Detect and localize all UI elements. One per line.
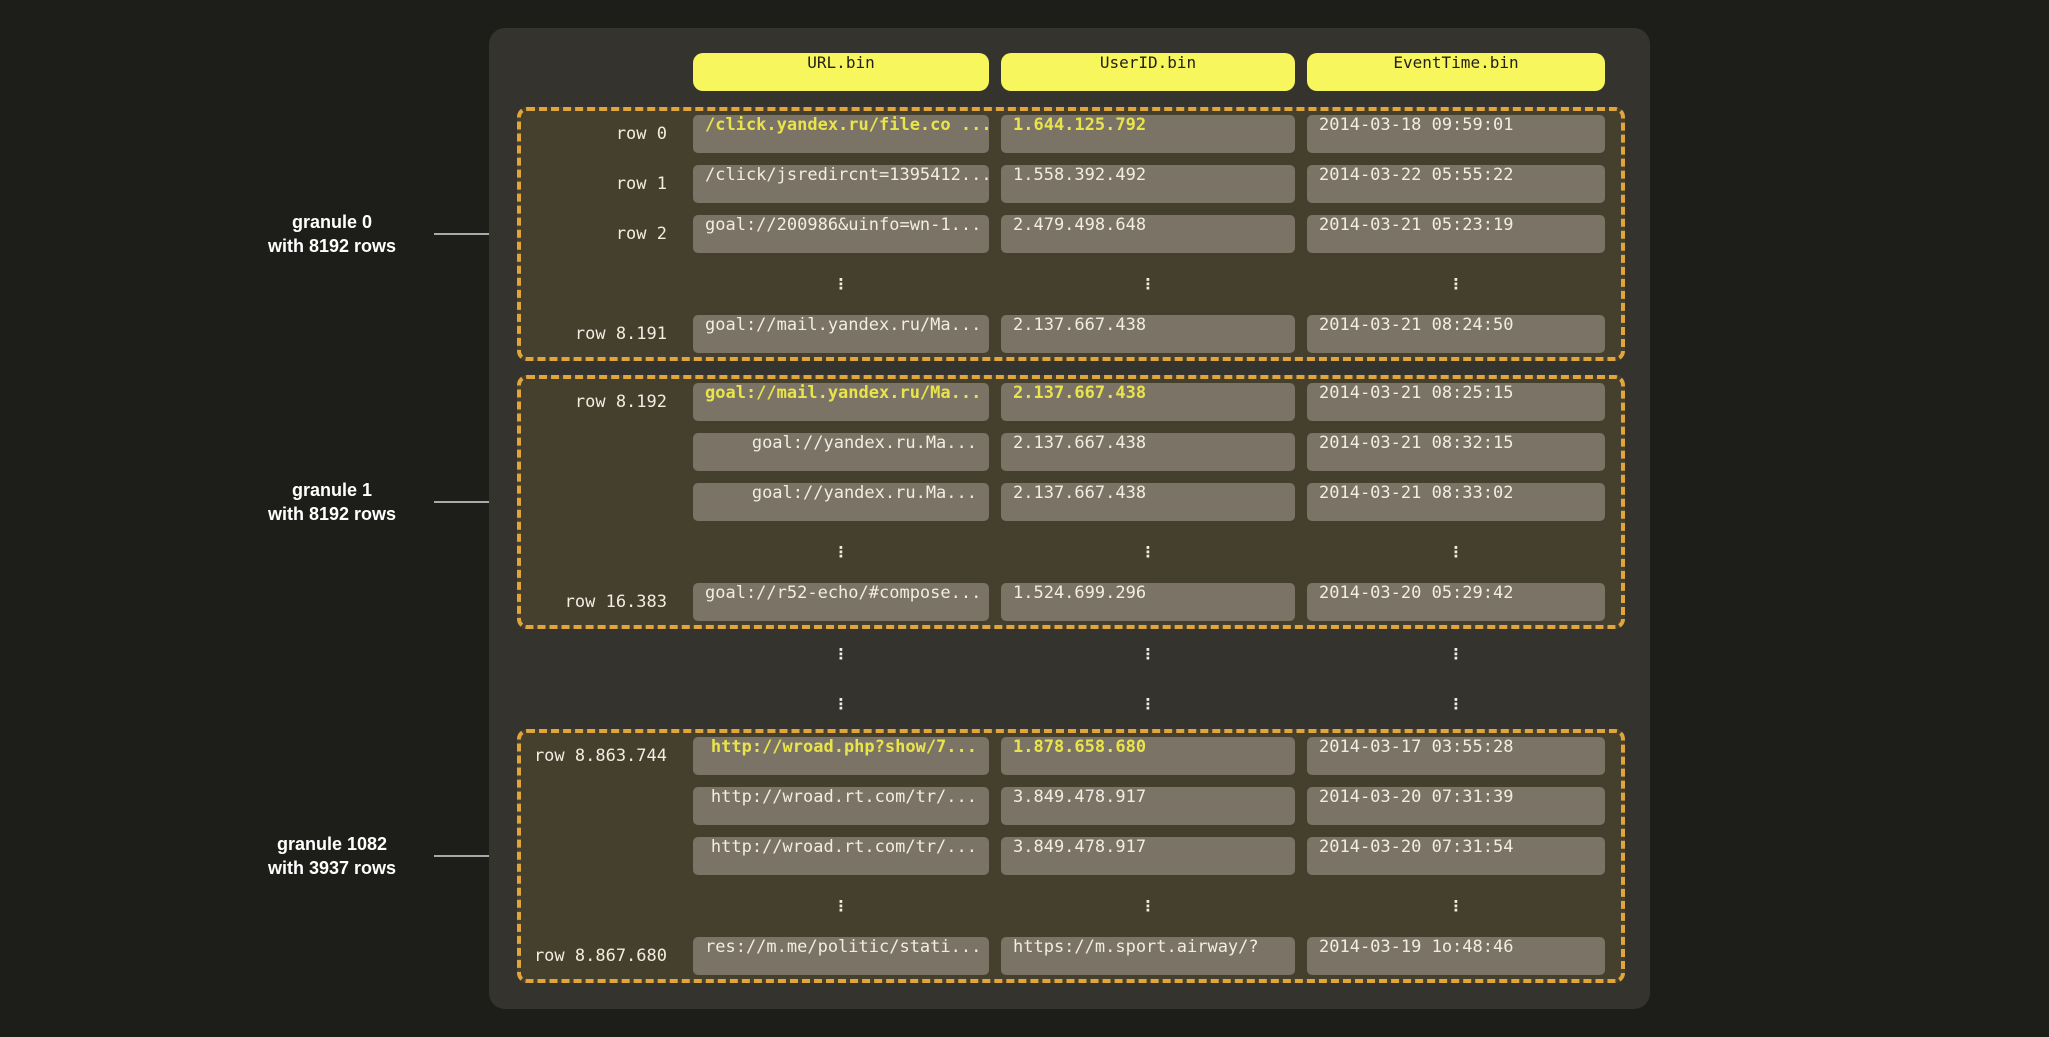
vertical-ellipsis-icon: ⋮	[1001, 695, 1295, 713]
row-label: row 1	[531, 174, 681, 194]
row-label: row 8.191	[531, 324, 681, 344]
table-row: row 8.191 goal://mail.yandex.ru/Ma... 2.…	[531, 315, 1611, 353]
cell-eventtime: 2014-03-20 05:29:42	[1307, 583, 1605, 621]
cell-eventtime: 2014-03-22 05:55:22	[1307, 165, 1605, 203]
row-label: row 2	[531, 224, 681, 244]
table-row: row 8.867.680 res://m.me/politic/stati..…	[531, 937, 1611, 975]
annotation-line1: granule 1082	[230, 832, 434, 856]
vertical-ellipsis-icon: ⋮	[693, 897, 989, 915]
cell-eventtime: 2014-03-21 08:33:02	[1307, 483, 1605, 521]
cell-eventtime: 2014-03-21 05:23:19	[1307, 215, 1605, 253]
row-label: row 16.383	[531, 592, 681, 612]
cell-url: goal://yandex.ru.Ma...	[693, 483, 989, 521]
granule-box-1082: row 8.863.744 http://wroad.php?show/7...…	[517, 729, 1625, 983]
annotation-granule-1082-text: granule 1082 with 3937 rows	[230, 832, 434, 881]
cell-eventtime: 2014-03-18 09:59:01	[1307, 115, 1605, 153]
column-header-url-bin: URL.bin	[693, 53, 989, 91]
ellipsis-row: ⋮ ⋮ ⋮	[531, 887, 1611, 925]
ellipsis-row: ⋮ ⋮ ⋮	[517, 679, 1625, 729]
table-row: goal://yandex.ru.Ma... 2.137.667.438 201…	[531, 433, 1611, 471]
column-headers: URL.bin UserID.bin EventTime.bin	[517, 53, 1625, 91]
granule-box-0: row 0 /click.yandex.ru/file.co ... 1.644…	[517, 107, 1625, 361]
row-label: row 8.863.744	[531, 746, 681, 766]
cell-url: http://wroad.php?show/7...	[693, 737, 989, 775]
row-label: row 8.192	[531, 392, 681, 412]
column-header-userid-bin: UserID.bin	[1001, 53, 1295, 91]
vertical-ellipsis-icon: ⋮	[1001, 897, 1295, 915]
row-label: row 8.867.680	[531, 946, 681, 966]
annotation-line1: granule 0	[230, 210, 434, 234]
annotation-granule-0-text: granule 0 with 8192 rows	[230, 210, 434, 259]
annotation-line2: with 3937 rows	[230, 856, 434, 880]
vertical-ellipsis-icon: ⋮	[1307, 275, 1605, 293]
vertical-ellipsis-icon: ⋮	[1001, 543, 1295, 561]
cell-eventtime: 2014-03-19 1o:48:46	[1307, 937, 1605, 975]
cell-eventtime: 2014-03-21 08:25:15	[1307, 383, 1605, 421]
vertical-ellipsis-icon: ⋮	[1307, 543, 1605, 561]
vertical-ellipsis-icon: ⋮	[693, 543, 989, 561]
cell-url: res://m.me/politic/stati...	[693, 937, 989, 975]
ellipsis-row: ⋮ ⋮ ⋮	[517, 629, 1625, 679]
table-row: http://wroad.rt.com/tr/... 3.849.478.917…	[531, 787, 1611, 825]
vertical-ellipsis-icon: ⋮	[693, 645, 989, 663]
ellipsis-row: ⋮ ⋮ ⋮	[531, 533, 1611, 571]
cell-userid: 2.137.667.438	[1001, 315, 1295, 353]
vertical-ellipsis-icon: ⋮	[1307, 645, 1605, 663]
cell-url: /click/jsredircnt=1395412...	[693, 165, 989, 203]
ellipsis-row: ⋮ ⋮ ⋮	[531, 265, 1611, 303]
annotation-line2: with 8192 rows	[230, 502, 434, 526]
cell-userid: 1.878.658.680	[1001, 737, 1295, 775]
table-row: row 8.863.744 http://wroad.php?show/7...…	[531, 737, 1611, 775]
vertical-ellipsis-icon: ⋮	[1307, 695, 1605, 713]
table-row: goal://yandex.ru.Ma... 2.137.667.438 201…	[531, 483, 1611, 521]
table-panel: URL.bin UserID.bin EventTime.bin row 0 /…	[489, 28, 1650, 1009]
annotation-granule-1082: granule 1082 with 3937 rows	[230, 826, 520, 886]
cell-url: /click.yandex.ru/file.co ...	[693, 115, 989, 153]
cell-url: goal://mail.yandex.ru/Ma...	[693, 315, 989, 353]
vertical-ellipsis-icon: ⋮	[1001, 645, 1295, 663]
annotation-granule-1: granule 1 with 8192 rows	[230, 472, 520, 532]
cell-eventtime: 2014-03-21 08:32:15	[1307, 433, 1605, 471]
table-row: row 0 /click.yandex.ru/file.co ... 1.644…	[531, 115, 1611, 153]
table-row: row 2 goal://200986&uinfo=wn-1... 2.479.…	[531, 215, 1611, 253]
cell-url: http://wroad.rt.com/tr/...	[693, 787, 989, 825]
granule-box-1: row 8.192 goal://mail.yandex.ru/Ma... 2.…	[517, 375, 1625, 629]
cell-userid: 1.524.699.296	[1001, 583, 1295, 621]
cell-url: goal://200986&uinfo=wn-1...	[693, 215, 989, 253]
table-row: row 16.383 goal://r52-echo/#compose... 1…	[531, 583, 1611, 621]
column-header-eventtime-bin: EventTime.bin	[1307, 53, 1605, 91]
annotation-line1: granule 1	[230, 478, 434, 502]
cell-userid: 1.644.125.792	[1001, 115, 1295, 153]
cell-eventtime: 2014-03-20 07:31:54	[1307, 837, 1605, 875]
canvas: { "columns": [ { "label": "URL.bin" }, {…	[0, 0, 2049, 1037]
cell-url: goal://yandex.ru.Ma...	[693, 433, 989, 471]
vertical-ellipsis-icon: ⋮	[693, 275, 989, 293]
cell-userid: 2.479.498.648	[1001, 215, 1295, 253]
cell-eventtime: 2014-03-21 08:24:50	[1307, 315, 1605, 353]
vertical-ellipsis-icon: ⋮	[693, 695, 989, 713]
vertical-ellipsis-icon: ⋮	[1307, 897, 1605, 915]
cell-url: goal://r52-echo/#compose...	[693, 583, 989, 621]
cell-eventtime: 2014-03-17 03:55:28	[1307, 737, 1605, 775]
cell-url: goal://mail.yandex.ru/Ma...	[693, 383, 989, 421]
cell-userid: https://m.sport.airway/?	[1001, 937, 1295, 975]
table-row: http://wroad.rt.com/tr/... 3.849.478.917…	[531, 837, 1611, 875]
cell-userid: 2.137.667.438	[1001, 383, 1295, 421]
annotation-granule-1-text: granule 1 with 8192 rows	[230, 478, 434, 527]
annotation-line2: with 8192 rows	[230, 234, 434, 258]
cell-userid: 2.137.667.438	[1001, 433, 1295, 471]
cell-url: http://wroad.rt.com/tr/...	[693, 837, 989, 875]
cell-userid: 3.849.478.917	[1001, 837, 1295, 875]
annotation-granule-0: granule 0 with 8192 rows	[230, 204, 520, 264]
cell-userid: 3.849.478.917	[1001, 787, 1295, 825]
cell-userid: 1.558.392.492	[1001, 165, 1295, 203]
row-label: row 0	[531, 124, 681, 144]
vertical-ellipsis-icon: ⋮	[1001, 275, 1295, 293]
cell-userid: 2.137.667.438	[1001, 483, 1295, 521]
table-row: row 8.192 goal://mail.yandex.ru/Ma... 2.…	[531, 383, 1611, 421]
cell-eventtime: 2014-03-20 07:31:39	[1307, 787, 1605, 825]
table-row: row 1 /click/jsredircnt=1395412... 1.558…	[531, 165, 1611, 203]
